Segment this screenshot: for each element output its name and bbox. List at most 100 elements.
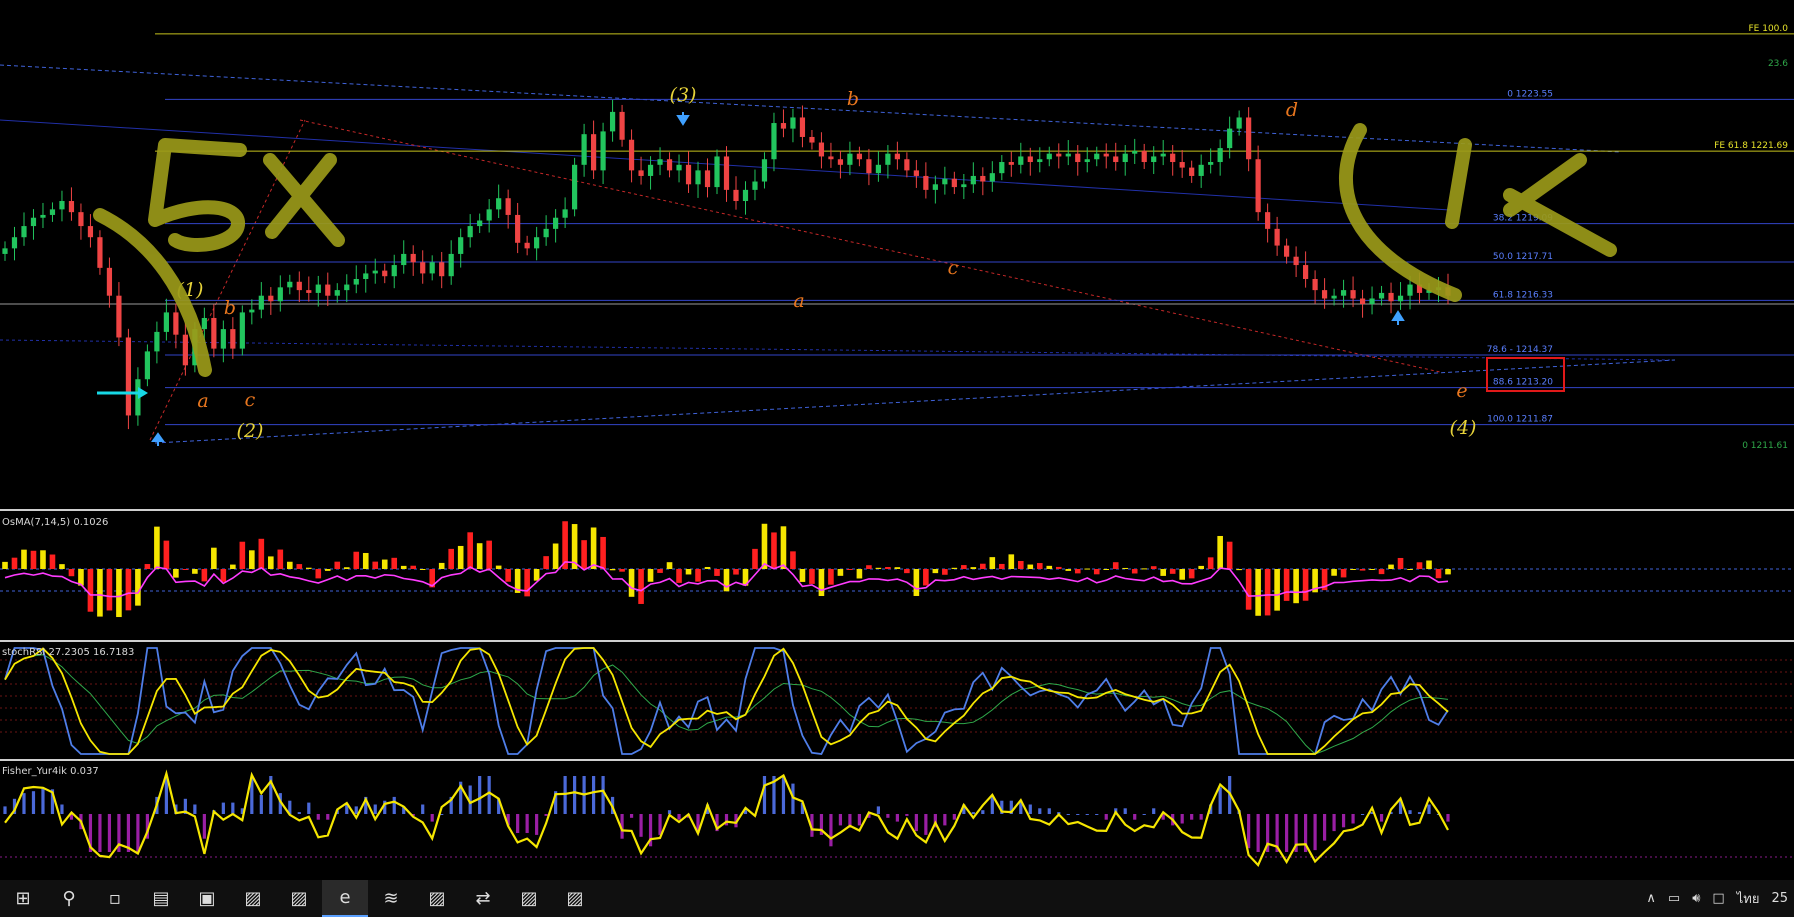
windows-taskbar: ⊞ ⚲ ▫ ▤ ▣ ▨ ▨ e ≋ ▨ ⇄ ▨ ▨ ∧ ▭ 🔊︎ □ ไทย 25 [0,880,1794,917]
candle-body [315,284,321,293]
fisher-bar [990,796,994,814]
task-view-button[interactable]: ▫ [92,880,138,917]
osma-bar [334,561,341,569]
wave-label: (2) [237,420,264,442]
start-button[interactable]: ⊞ [0,880,46,917]
fisher-bar [857,814,862,826]
language-indicator[interactable]: ไทย [1737,888,1760,909]
osma-bar [211,547,217,569]
fisher-bar [1142,814,1146,815]
metatrader-icon-5[interactable]: ▨ [552,880,598,917]
stochrsi-title: stochRSI 27.2305 16.7183 [2,647,134,658]
osma-bar [799,569,806,582]
fisher-bar [1133,814,1137,820]
fisher-bar [136,814,140,852]
osma-bar [780,526,787,569]
osma-title: OsMA(7,14,5) 0.1026 [2,517,108,528]
trading-app-icon[interactable]: ≋ [368,880,414,917]
candle-body [1122,153,1128,163]
osma-bar [305,567,312,569]
teamviewer-icon[interactable]: ⇄ [460,880,506,917]
metatrader-icon-1[interactable]: ▨ [230,880,276,917]
candle-body [1141,150,1147,163]
candle-body [742,189,749,202]
osma-bar [324,569,331,571]
osma-bar [685,569,692,575]
fisher-bar [781,776,786,814]
osma-bar [875,567,882,569]
metatrader-icon-2[interactable]: ▨ [276,880,322,917]
candle-body [543,228,549,238]
metatrader-icon-4[interactable]: ▨ [506,880,552,917]
osma-bar [116,569,122,618]
osma-bar [856,569,863,579]
osma-bar [1435,569,1442,579]
candle-body [230,329,236,349]
fisher-bar [1313,814,1317,851]
candle-body [125,337,132,416]
osma-bar [220,569,227,582]
candle-body [220,329,226,349]
file-explorer-icon[interactable]: ▤ [138,880,184,917]
action-center-icon[interactable]: □ [1712,891,1724,906]
candle-body [590,134,597,171]
fisher-bar [895,814,899,822]
fisher-bar [193,804,197,814]
show-hidden-icons-icon[interactable]: ∧ [1646,891,1656,906]
fisher-bar [886,814,890,818]
network-icon[interactable]: ▭ [1668,891,1680,906]
fisher-bar [516,814,520,833]
candle-body [761,159,768,182]
trading-chart[interactable]: FE 100.0FE 61.8 1221.69 0 1223.5538.2 12… [0,0,1794,880]
fisher-title: Fisher_Yur4ik 0.037 [2,766,99,777]
osma-bar [353,551,360,569]
osma-bar [135,569,141,606]
osma-bar [989,557,996,569]
candle-body [837,159,844,165]
candle-body [1246,117,1252,160]
fisher-bar [876,806,880,814]
candle-body [201,317,207,330]
fisher-bar [487,776,491,814]
volume-icon[interactable]: 🔊︎ [1692,891,1700,906]
wave-label: c [245,389,256,411]
clock[interactable]: 25 [1771,891,1788,906]
candle-body [173,312,179,335]
candle-body [638,170,644,176]
osma-bar [1283,569,1290,601]
osma-bar [752,548,758,569]
metatrader-icon-3[interactable]: ▨ [414,880,460,917]
fisher-bar [1095,814,1099,815]
osma-bar [1397,557,1404,569]
osma-bar [49,554,56,569]
candle-body [714,156,720,188]
candle-body [1056,153,1062,157]
store-icon[interactable]: ▣ [184,880,230,917]
candle-body [1198,164,1204,176]
osma-bar [1169,569,1176,574]
candle-body [847,153,853,165]
osma-bar [1445,569,1451,575]
wave-label: b [847,88,859,110]
osma-bar [448,548,454,569]
osma-bar [192,569,198,574]
fisher-bar [1028,804,1032,814]
candle-body [363,273,369,279]
candle-body [391,265,397,277]
osma-bar [154,526,160,569]
candle-body [600,131,606,171]
fisher-bar [1247,814,1251,849]
wave-label: d [1286,99,1298,121]
osma-bar [695,569,701,582]
candle-body [401,253,407,266]
fisher-bar [326,814,330,820]
osma-bar [268,556,274,569]
search-button[interactable]: ⚲ [46,880,92,917]
fisher-bar [1076,814,1080,815]
fisher-bar [221,802,225,814]
osma-bar [1264,569,1271,616]
edge-browser-icon[interactable]: e [322,880,368,917]
osma-bar [1426,560,1432,569]
osma-bar [533,569,540,581]
osma-bar [400,565,407,569]
